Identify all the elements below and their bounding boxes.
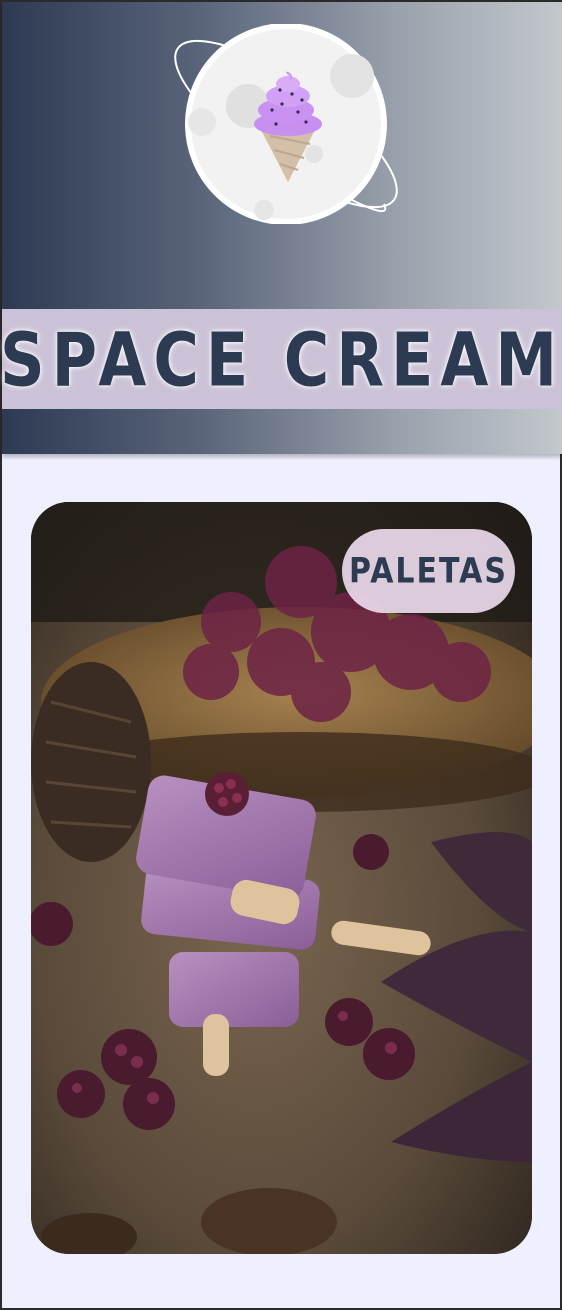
brand-banner: SPACE CREAM (0, 309, 562, 409)
category-badge-label: PALETAS (348, 550, 509, 592)
category-badge[interactable]: PALETAS (342, 529, 515, 613)
ice-cream-planet-logo-icon[interactable] (152, 23, 420, 225)
site-header: SPACE CREAM (0, 2, 562, 454)
product-card-paletas[interactable]: PALETAS (31, 502, 532, 1254)
brand-title: SPACE CREAM (0, 315, 562, 403)
popsicle-photo (31, 502, 532, 1254)
